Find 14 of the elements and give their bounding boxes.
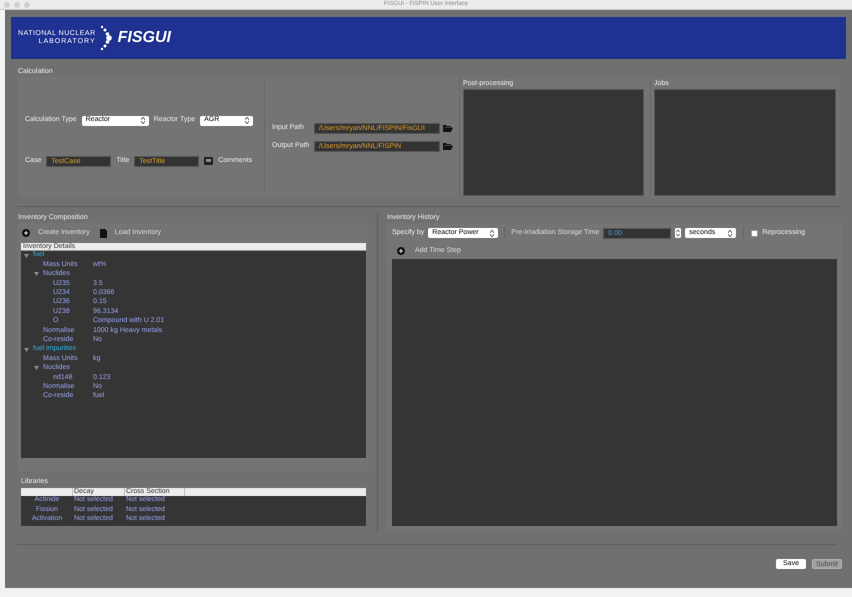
plus-circle-icon [22,229,30,237]
stepper-icon [140,117,145,124]
comment-icon[interactable] [204,157,214,166]
stepper-icon[interactable] [675,228,682,238]
plus-circle-icon [397,247,405,255]
folder-icon[interactable] [443,124,453,132]
stepper-icon [728,230,732,236]
file-icon [100,228,107,238]
reprocessing-checkbox[interactable] [751,230,758,236]
stepper-icon [245,117,250,124]
app-logo-text: FISGUI [118,28,171,48]
stepper-icon [490,230,494,236]
dots-logo-icon [98,24,113,52]
folder-icon[interactable] [443,142,453,150]
